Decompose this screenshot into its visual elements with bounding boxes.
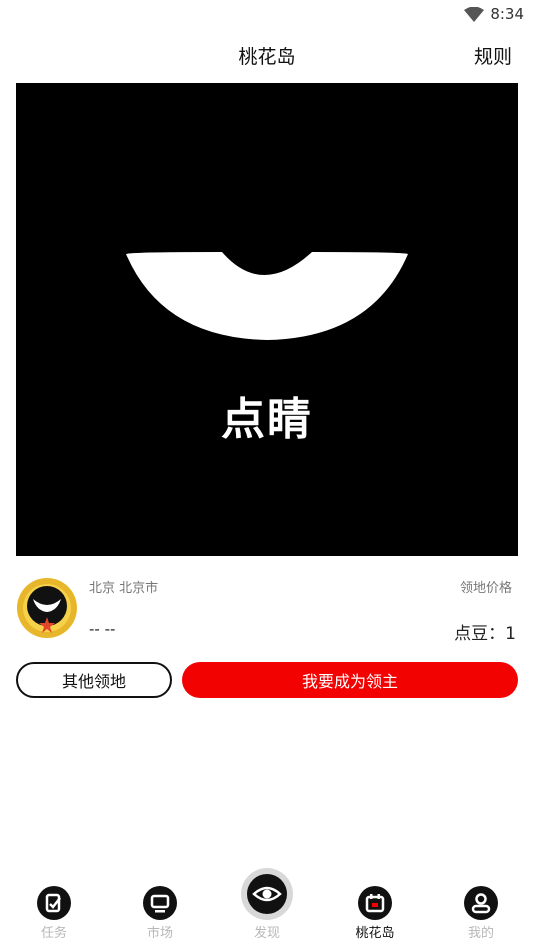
tab-discover[interactable]: 发现 [232, 868, 302, 941]
tab-market[interactable]: 市场 [125, 886, 195, 941]
tab-label: 我的 [467, 926, 494, 941]
other-territory-button[interactable]: 其他领地 [16, 662, 172, 698]
screen: 8:34 桃花岛 规则 点睛 北京 北京市 -- -- 领地价格 点豆：1 其他… [0, 0, 534, 949]
banner-brand: 点睛 [221, 394, 313, 445]
become-lord-button[interactable]: 我要成为领主 [182, 662, 518, 698]
tab-label: 发现 [253, 926, 280, 941]
tab-label: 任务 [40, 926, 67, 941]
banner-image: 点睛 [16, 83, 518, 556]
tab-peach-island[interactable]: 桃花岛 [340, 886, 410, 941]
calendar-icon [358, 886, 392, 920]
rules-link[interactable]: 规则 [474, 42, 512, 69]
tab-bar: 任务 市场 发现 桃花岛 我的 [0, 859, 534, 949]
avatar [16, 577, 78, 639]
task-icon [37, 886, 71, 920]
location-text: 北京 北京市 [89, 581, 159, 596]
owner-name: -- -- [89, 620, 116, 638]
tab-label: 市场 [146, 926, 173, 941]
price-value: 点豆：1 [454, 624, 516, 644]
user-icon [464, 886, 498, 920]
monitor-icon [143, 886, 177, 920]
price-label: 领地价格 [459, 581, 512, 596]
status-bar: 8:34 [0, 0, 534, 30]
eye-icon [247, 874, 287, 914]
smile-logo-icon [126, 252, 408, 340]
header: 桃花岛 规则 [0, 38, 534, 74]
tab-label: 桃花岛 [355, 926, 395, 941]
wifi-icon [464, 6, 484, 27]
page-title: 桃花岛 [238, 46, 296, 68]
tab-mine[interactable]: 我的 [446, 886, 516, 941]
tab-task[interactable]: 任务 [19, 886, 89, 941]
discover-ring [241, 868, 293, 920]
status-time: 8:34 [490, 5, 524, 23]
